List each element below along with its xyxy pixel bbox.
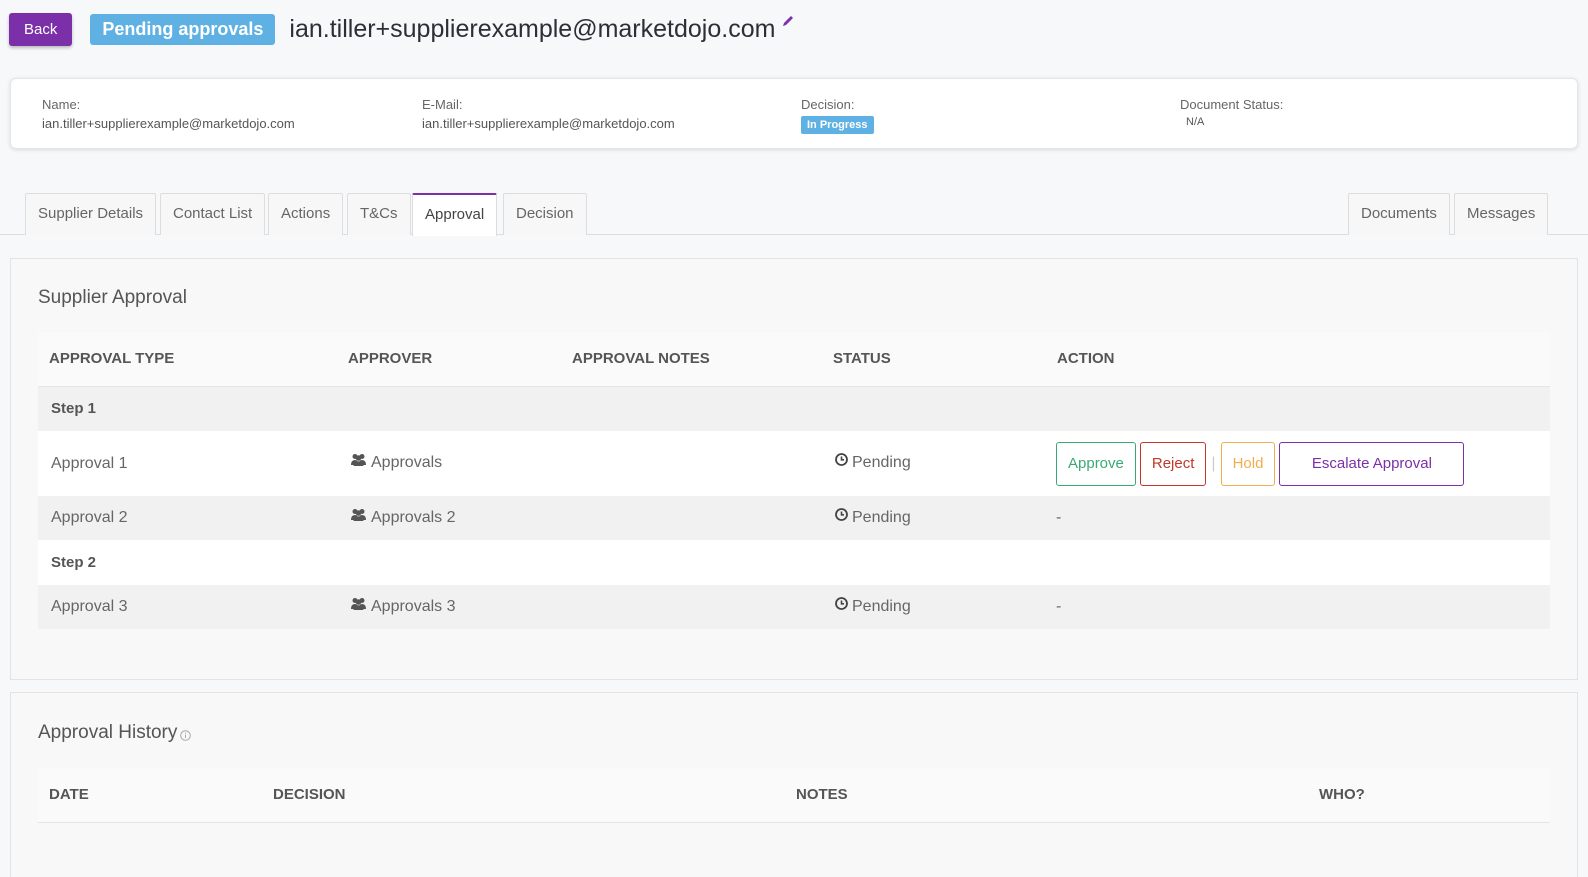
status-text: Pending [852,454,911,472]
info-email: E-Mail: ian.tiller+supplierexample@marke… [422,97,675,131]
action-cell: - [1046,585,1550,629]
approval-type: Approval 3 [38,585,337,629]
page-header: Back Pending approvals ian.tiller+suppli… [9,12,795,46]
step-label: Step 2 [38,540,1550,585]
column-header: APPROVAL NOTES [561,332,822,387]
approval-history-title: Approval History [38,722,192,747]
status-cell: Pending [822,585,1046,629]
approval-history-label: Approval History [38,722,178,743]
approve-button[interactable]: Approve [1056,441,1136,486]
clock-icon [835,596,848,615]
step-row: Step 1 [38,386,1550,431]
status-badge: Pending approvals [90,13,276,45]
users-icon [350,453,367,471]
step-label: Step 1 [38,386,1550,431]
column-header: STATUS [822,332,1046,387]
table-row: Approval 1 Approvals Pending Approve Reje… [38,431,1550,496]
pencil-icon[interactable] [781,14,795,28]
column-header: DECISION [262,768,785,823]
name-label: Name: [42,97,81,112]
column-header: APPROVER [337,332,561,387]
tab-contact-list[interactable]: Contact List [160,193,266,235]
approver-cell: Approvals 2 [337,496,561,540]
action-cell: Approve Reject | Hold Escalate Approval [1046,431,1550,496]
tab-approval[interactable]: Approval [412,193,498,236]
column-header: DATE [38,768,262,823]
tab-actions[interactable]: Actions [268,193,344,235]
approver-name: Approvals 2 [371,509,456,527]
column-header: WHO? [1308,768,1550,823]
column-header: NOTES [785,768,1308,823]
document-status-value: N/A [1186,116,1205,128]
supplier-info-card: Name: ian.tiller+supplierexample@marketd… [10,78,1578,149]
info-icon[interactable] [180,725,192,747]
approver-cell: Approvals [337,431,561,496]
table-row: Approval 3 Approvals 3 Pending - [38,585,1550,629]
approver-cell: Approvals 3 [337,585,561,629]
action-cell: - [1046,496,1550,540]
tab-tcs[interactable]: T&Cs [347,193,411,235]
approver-name: Approvals [371,454,443,472]
status-cell: Pending [822,496,1046,540]
clock-icon [835,507,848,526]
document-status-label: Document Status: [1180,97,1284,112]
approval-notes [561,585,822,629]
supplier-approval-title: Supplier Approval [38,287,187,308]
approval-type: Approval 2 [38,496,337,540]
approval-notes [561,431,822,496]
tab-messages[interactable]: Messages [1454,193,1549,235]
step-row: Step 2 [38,540,1550,585]
page-title: ian.tiller+supplierexample@marketdojo.co… [289,14,776,43]
info-document-status: Document Status: N/A [1180,97,1283,128]
tab-decision[interactable]: Decision [503,193,587,235]
users-icon [350,597,367,615]
back-button[interactable]: Back [9,12,73,46]
supplier-approval-panel: Supplier Approval APPROVAL TYPE APPROVER… [10,258,1578,680]
approval-notes [561,496,822,540]
name-value: ian.tiller+supplierexample@marketdojo.co… [42,116,295,131]
approval-type: Approval 1 [38,431,337,496]
approval-history-panel: Approval History DATE DECISION NOTES WHO… [10,692,1578,877]
button-separator: | [1211,454,1216,472]
status-text: Pending [852,598,911,616]
approval-history-table: DATE DECISION NOTES WHO? [38,768,1550,823]
reject-button[interactable]: Reject [1139,441,1207,486]
escalate-approval-button[interactable]: Escalate Approval [1279,441,1465,486]
status-text: Pending [852,509,911,527]
email-value: ian.tiller+supplierexample@marketdojo.co… [422,116,675,131]
tab-supplier-details[interactable]: Supplier Details [25,193,157,235]
tab-documents[interactable]: Documents [1348,193,1450,235]
status-cell: Pending [822,431,1046,496]
info-decision: Decision: In Progress [801,97,874,134]
hold-button[interactable]: Hold [1220,441,1276,486]
column-header: APPROVAL TYPE [38,332,337,387]
decision-status-badge: In Progress [801,116,874,134]
table-row: Approval 2 Approvals 2 Pending - [38,496,1550,540]
info-name: Name: ian.tiller+supplierexample@marketd… [42,97,295,131]
users-icon [350,508,367,526]
approval-table-header: APPROVAL TYPE APPROVER APPROVAL NOTES ST… [38,332,1550,387]
history-table-header: DATE DECISION NOTES WHO? [38,768,1550,823]
decision-label: Decision: [801,97,855,112]
column-header: ACTION [1046,332,1550,387]
email-label: E-Mail: [422,97,463,112]
approver-name: Approvals 3 [371,598,456,616]
approval-table: APPROVAL TYPE APPROVER APPROVAL NOTES ST… [38,332,1550,629]
clock-icon [835,453,848,471]
